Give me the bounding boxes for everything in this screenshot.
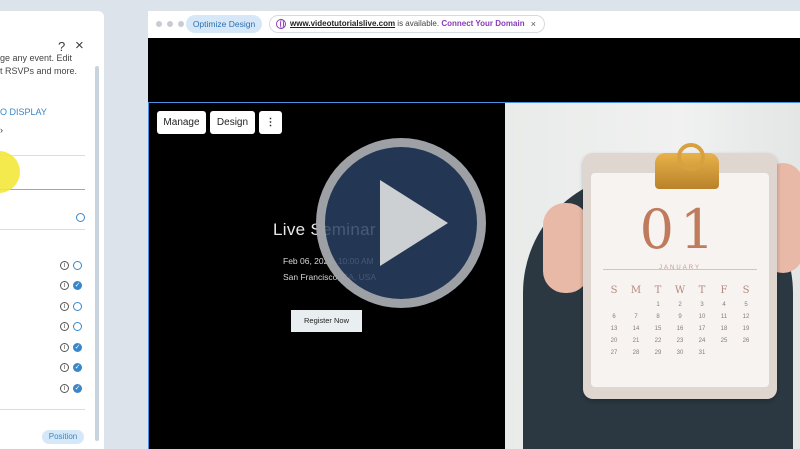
- calendar-day: 29: [654, 350, 662, 356]
- calendar-day: 3: [700, 302, 704, 308]
- calendar-day: 8: [656, 314, 660, 320]
- clipboard: 01 JANUARY S M T W T F S 1 2 3 4 5 6 7 8 9 10 11 12 13 14 15 1…: [583, 143, 777, 399]
- option-row: i ✓: [60, 384, 82, 393]
- calendar-number: 01: [639, 198, 721, 261]
- checkbox-checked[interactable]: ✓: [73, 384, 82, 393]
- calendar-grid: S M T W T F S 1 2 3 4 5 6 7 8 9 10 11 12 13 14 15 16 17 18 19 20 21…: [603, 285, 757, 356]
- option-row: i ✓: [60, 281, 82, 290]
- info-icon[interactable]: i: [60, 363, 69, 372]
- calendar-weekday: S: [742, 285, 750, 296]
- option-row: i ✓: [60, 343, 82, 352]
- calendar-month: JANUARY: [659, 265, 701, 271]
- editor-top-bar: Optimize Design www.videotutorialslive.c…: [148, 11, 800, 38]
- play-icon[interactable]: [316, 138, 486, 308]
- divider: [0, 229, 85, 230]
- calendar-day: 14: [632, 326, 640, 332]
- calendar-day: 19: [742, 326, 750, 332]
- calendar-day: 17: [698, 326, 706, 332]
- panel-description: ge any event. Edit t RSVPs and more.: [0, 52, 77, 78]
- calendar-day: 10: [698, 314, 706, 320]
- calendar-day: 18: [720, 326, 728, 332]
- option-row: i ✓: [60, 363, 82, 372]
- events-section[interactable]: Manage Design ⋮ Live Seminar 3 Feb 06, 2…: [148, 102, 800, 449]
- clip-icon: [655, 143, 719, 189]
- radio-unchecked[interactable]: [73, 261, 82, 270]
- domain-bar: www.videotutorialslive.com is available.…: [269, 15, 545, 33]
- info-icon[interactable]: i: [60, 322, 69, 331]
- checkbox-checked[interactable]: ✓: [73, 343, 82, 352]
- info-icon[interactable]: i: [60, 302, 69, 311]
- domain-link[interactable]: www.videotutorialslive.com: [290, 19, 395, 28]
- display-link[interactable]: O DISPLAY: [0, 107, 47, 117]
- calendar-day: 13: [610, 326, 618, 332]
- radio-option[interactable]: [76, 213, 85, 222]
- description-line-1: ge any event. Edit: [0, 53, 73, 63]
- checkbox-checked[interactable]: ✓: [73, 281, 82, 290]
- calendar-weekday: T: [654, 285, 662, 296]
- panel-scrollbar[interactable]: [95, 66, 99, 441]
- radio-unchecked[interactable]: [73, 302, 82, 311]
- optimize-design-button[interactable]: Optimize Design: [186, 15, 262, 33]
- header-strip: [148, 38, 800, 102]
- calendar-day: 5: [744, 302, 748, 308]
- calendar-day: 15: [654, 326, 662, 332]
- calendar-day: 11: [720, 314, 728, 320]
- option-row: i: [60, 302, 82, 311]
- calendar-day: [625, 302, 647, 308]
- info-icon[interactable]: i: [60, 281, 69, 290]
- checkbox-checked[interactable]: ✓: [73, 363, 82, 372]
- domain-availability: is available.: [395, 19, 440, 28]
- calendar-day: 21: [632, 338, 640, 344]
- more-options-icon[interactable]: ⋮: [259, 111, 282, 134]
- calendar-day: 9: [678, 314, 682, 320]
- calendar-day: 28: [632, 350, 640, 356]
- register-now-button[interactable]: Register Now: [291, 310, 362, 332]
- calendar-day: 25: [720, 338, 728, 344]
- option-row: i: [60, 322, 82, 331]
- calendar-page: 01 JANUARY S M T W T F S 1 2 3 4 5 6 7 8 9 10 11 12 13 14 15 1…: [591, 173, 769, 387]
- calendar-day: 12: [742, 314, 750, 320]
- info-icon[interactable]: i: [60, 343, 69, 352]
- calendar-day: 30: [676, 350, 684, 356]
- calendar-weekday: T: [698, 285, 706, 296]
- option-row: i: [60, 261, 82, 270]
- design-button[interactable]: Design: [210, 111, 255, 134]
- info-icon[interactable]: i: [60, 384, 69, 393]
- divider: [0, 409, 85, 410]
- text-input-underline[interactable]: [0, 189, 85, 190]
- calendar-day: 24: [698, 338, 706, 344]
- calendar-day: 23: [676, 338, 684, 344]
- chevron-icon: ›: [0, 125, 3, 135]
- connect-domain-link[interactable]: Connect Your Domain: [441, 19, 524, 28]
- calendar-weekday: S: [610, 285, 618, 296]
- manage-button[interactable]: Manage: [157, 111, 206, 134]
- event-image: 01 JANUARY S M T W T F S 1 2 3 4 5 6 7 8 9 10 11 12 13 14 15 1…: [505, 103, 800, 449]
- description-line-2: t RSVPs and more.: [0, 66, 78, 76]
- globe-icon: [276, 19, 286, 29]
- calendar-weekday: W: [674, 285, 686, 296]
- calendar-day: 7: [634, 314, 638, 320]
- info-icon[interactable]: i: [60, 261, 69, 270]
- radio-unchecked[interactable]: [73, 322, 82, 331]
- calendar-day: 16: [676, 326, 684, 332]
- calendar-weekday: M: [630, 285, 642, 296]
- calendar-day: 4: [722, 302, 726, 308]
- calendar-day: 22: [654, 338, 662, 344]
- window-dots: [156, 21, 184, 27]
- position-button[interactable]: Position: [42, 430, 84, 444]
- calendar-day: 2: [678, 302, 682, 308]
- calendar-day: 31: [698, 350, 706, 356]
- calendar-day: 27: [610, 350, 618, 356]
- calendar-day: 26: [742, 338, 750, 344]
- settings-panel: ? × ge any event. Edit t RSVPs and more.…: [0, 11, 104, 449]
- calendar-weekday: F: [720, 285, 728, 296]
- close-icon[interactable]: ×: [531, 16, 536, 32]
- calendar-day: 1: [656, 302, 660, 308]
- calendar-day: [603, 302, 625, 308]
- calendar-day: 6: [612, 314, 616, 320]
- calendar-day: 20: [610, 338, 618, 344]
